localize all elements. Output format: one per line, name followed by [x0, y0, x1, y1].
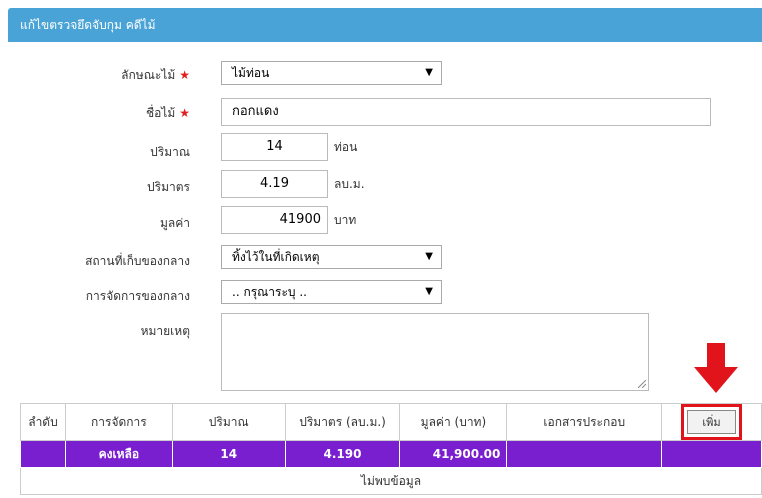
- panel-header: แก้ไขตรวจยึดจับกุม คดีไม้: [8, 8, 762, 42]
- cell-index: [20, 440, 66, 468]
- amount-label: มูลค่า: [159, 216, 190, 230]
- cell-quantity: 14: [171, 440, 286, 468]
- table-row[interactable]: คงเหลือ 14 4.190 41,900.00: [20, 440, 762, 468]
- remark-label: หมายเหตุ: [140, 324, 190, 338]
- col-header-handling: การจัดการ: [64, 403, 173, 441]
- storage-label: สถานที่เก็บของกลาง: [85, 254, 190, 268]
- empty-row: ไม่พบข้อมูล: [20, 467, 762, 495]
- arrow-down-icon: [694, 343, 738, 393]
- quantity-unit: ท่อน: [334, 140, 358, 154]
- col-header-volume: ปริมาตร (ลบ.ม.): [284, 403, 401, 441]
- col-header-amount: มูลค่า (บาท): [399, 403, 508, 441]
- panel-title: แก้ไขตรวจยึดจับกุม คดีไม้: [20, 18, 156, 32]
- dropdown-arrow-icon: ▼: [425, 251, 433, 262]
- cell-volume: 4.190: [284, 440, 401, 468]
- required-star-icon: ★: [179, 106, 190, 120]
- col-header-index: ลำดับ: [20, 403, 66, 441]
- wood-name-label: ชื่อไม้ ★: [145, 106, 190, 120]
- volume-label: ปริมาตร: [147, 180, 190, 194]
- wood-name-input[interactable]: กอกแดง: [221, 98, 711, 126]
- resize-handle-icon[interactable]: [638, 380, 646, 388]
- amount-unit: บาท: [334, 213, 357, 227]
- dropdown-arrow-icon: ▼: [425, 67, 433, 78]
- col-header-documents: เอกสารประกอบ: [506, 403, 663, 441]
- wood-type-select[interactable]: ไม้ท่อน ▼: [221, 61, 442, 85]
- handling-select[interactable]: .. กรุณาระบุ .. ▼: [221, 280, 442, 304]
- cell-amount: 41,900.00: [399, 440, 508, 468]
- quantity-input[interactable]: 14: [221, 133, 328, 161]
- cell-documents: [506, 440, 663, 468]
- cell-handling: คงเหลือ: [64, 440, 173, 468]
- amount-input[interactable]: 41900: [221, 206, 328, 234]
- quantity-label: ปริมาณ: [150, 145, 190, 159]
- col-header-actions: เพิ่ม: [661, 403, 762, 441]
- wood-type-label: ลักษณะไม้ ★: [121, 68, 190, 82]
- items-table: ลำดับ การจัดการ ปริมาณ ปริมาตร (ลบ.ม.) ม…: [20, 403, 762, 495]
- required-star-icon: ★: [179, 68, 190, 82]
- volume-input[interactable]: 4.19: [221, 170, 328, 198]
- remark-textarea[interactable]: [221, 313, 649, 391]
- dropdown-arrow-icon: ▼: [425, 286, 433, 297]
- add-button[interactable]: เพิ่ม: [681, 404, 742, 440]
- empty-message: ไม่พบข้อมูล: [20, 467, 762, 495]
- col-header-quantity: ปริมาณ: [171, 403, 286, 441]
- volume-unit: ลบ.ม.: [334, 177, 365, 191]
- handling-label: การจัดการของกลาง: [85, 289, 190, 303]
- storage-select[interactable]: ทิ้งไว้ในที่เกิดเหตุ ▼: [221, 245, 442, 269]
- table-header-row: ลำดับ การจัดการ ปริมาณ ปริมาตร (ลบ.ม.) ม…: [20, 403, 762, 441]
- cell-actions: [661, 440, 762, 468]
